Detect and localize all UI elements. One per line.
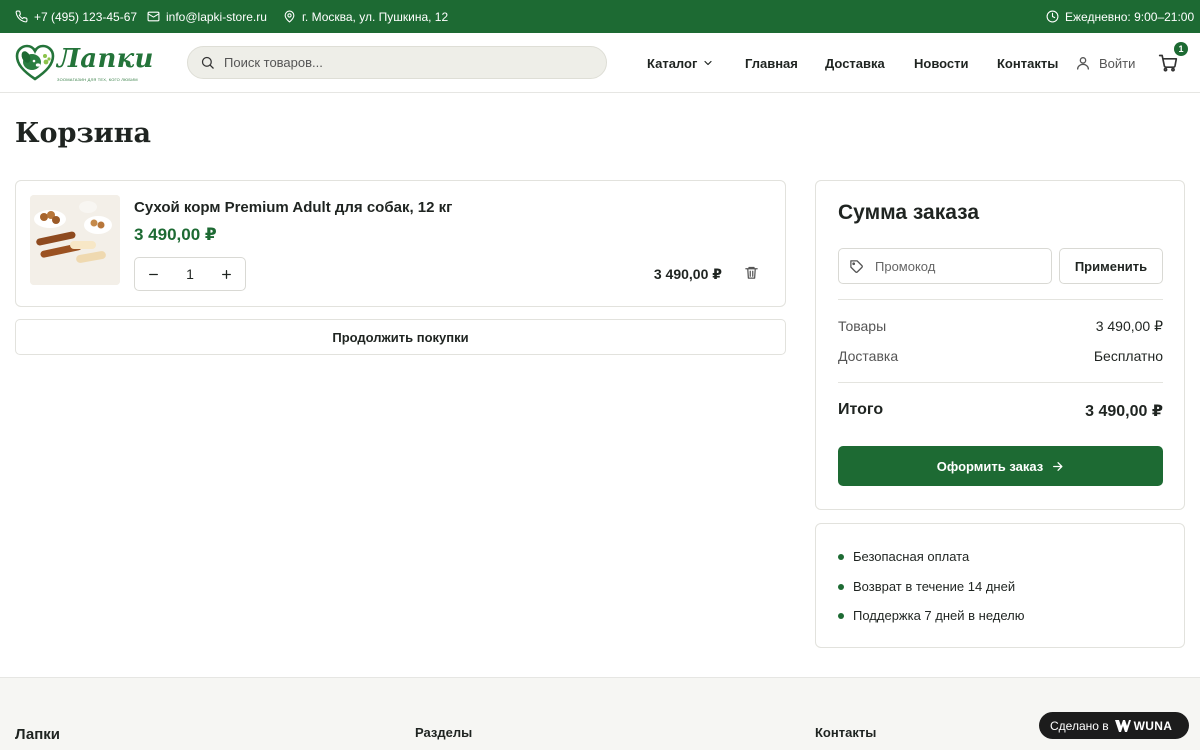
checkout-button[interactable]: Оформить заказ	[838, 446, 1163, 486]
address-text: г. Москва, ул. Пушкина, 12	[302, 9, 449, 24]
site-footer: Лапки Разделы Контакты	[0, 677, 1200, 750]
bullet-dot-icon	[838, 553, 844, 560]
total-row: Итого 3 490,00 ₽	[838, 401, 1163, 421]
benefit-item: Поддержка 7 дней в неделю	[838, 608, 1025, 623]
email-text: info@lapki-store.ru	[166, 9, 267, 24]
phone-info[interactable]: +7 (495) 123-45-67	[15, 0, 137, 33]
remove-item-button[interactable]	[744, 265, 760, 281]
top-info-bar: +7 (495) 123-45-67 info@lapki-store.ru г…	[0, 0, 1200, 33]
mail-icon	[147, 11, 160, 22]
cart-count-badge: 1	[1174, 42, 1188, 56]
divider	[838, 382, 1163, 383]
product-image[interactable]	[30, 195, 120, 285]
search-bar[interactable]	[187, 46, 607, 79]
cart-button[interactable]	[1158, 53, 1180, 75]
nav-contacts[interactable]: Контакты	[997, 33, 1058, 93]
page-title: Корзина	[15, 118, 151, 149]
clock-icon	[1046, 10, 1059, 23]
site-header: Лапки ЗООМАГАЗИН ДЛЯ ТЕХ, КОГО ЛЮБИМ Кат…	[0, 33, 1200, 93]
search-icon	[201, 56, 214, 69]
goods-row: Товары 3 490,00 ₽	[838, 318, 1163, 335]
location-icon	[284, 10, 295, 23]
hours-info: Ежедневно: 9:00–21:00	[1046, 0, 1194, 33]
login-button[interactable]: Войти	[1075, 33, 1135, 93]
minus-icon	[148, 273, 158, 275]
continue-shopping-button[interactable]: Продолжить покупки	[15, 319, 786, 355]
made-in-badge[interactable]: Сделано в WUNA	[1039, 712, 1189, 739]
logo-wordmark: Лапки	[57, 44, 154, 74]
plus-icon	[222, 269, 232, 279]
product-photo-icon	[30, 195, 120, 285]
nav-home[interactable]: Главная	[745, 33, 798, 93]
divider	[838, 299, 1163, 300]
dog-heart-logo-icon	[15, 44, 55, 81]
decrease-quantity-button[interactable]	[145, 266, 161, 282]
nav-delivery[interactable]: Доставка	[825, 33, 885, 93]
nav-delivery-label: Доставка	[825, 55, 885, 71]
nav-home-label: Главная	[745, 55, 798, 71]
total-label: Итого	[838, 401, 884, 418]
footer-sections-heading: Разделы	[415, 725, 473, 740]
checkout-label: Оформить заказ	[936, 458, 1044, 474]
nav-contacts-label: Контакты	[997, 55, 1059, 71]
tag-icon	[850, 259, 863, 273]
delivery-label: Доставка	[838, 348, 899, 364]
quantity-stepper: 1	[134, 257, 246, 291]
increase-quantity-button[interactable]	[219, 266, 235, 282]
benefits-panel: Безопасная оплата Возврат в течение 14 д…	[815, 523, 1185, 648]
wuna-mark-icon	[1114, 719, 1131, 732]
summary-title: Сумма заказа	[838, 201, 980, 224]
site-logo[interactable]: Лапки ЗООМАГАЗИН ДЛЯ ТЕХ, КОГО ЛЮБИМ	[15, 41, 155, 85]
nav-news-label: Новости	[914, 55, 969, 71]
phone-text: +7 (495) 123-45-67	[34, 9, 138, 24]
trash-icon	[745, 266, 758, 279]
logo-tagline: ЗООМАГАЗИН ДЛЯ ТЕХ, КОГО ЛЮБИМ	[57, 77, 138, 82]
promo-field[interactable]	[838, 248, 1052, 284]
hours-text: Ежедневно: 9:00–21:00	[1065, 9, 1195, 24]
benefit-text: Поддержка 7 дней в неделю	[853, 608, 1025, 623]
goods-value: 3 490,00 ₽	[1095, 318, 1163, 334]
bullet-dot-icon	[838, 583, 844, 590]
quantity-value[interactable]: 1	[186, 266, 194, 282]
apply-promo-button[interactable]: Применить	[1059, 248, 1163, 284]
arrow-right-icon	[1053, 461, 1063, 471]
delivery-value: Бесплатно	[1093, 348, 1163, 364]
nav-catalog-label: Каталог	[647, 55, 698, 71]
cart-item: Сухой корм Premium Adult для собак, 12 к…	[15, 180, 786, 307]
delivery-row: Доставка Бесплатно	[838, 348, 1163, 364]
footer-brand: Лапки	[15, 726, 61, 743]
benefit-text: Безопасная оплата	[853, 549, 970, 564]
line-total: 3 490,00 ₽	[653, 266, 722, 282]
product-name[interactable]: Сухой корм Premium Adult для собак, 12 к…	[134, 199, 452, 216]
nav-news[interactable]: Новости	[914, 33, 969, 93]
email-info[interactable]: info@lapki-store.ru	[147, 0, 267, 33]
benefit-item: Возврат в течение 14 дней	[838, 579, 1015, 594]
bullet-dot-icon	[838, 612, 844, 619]
product-price: 3 490,00 ₽	[134, 225, 217, 244]
cart-icon	[1158, 54, 1178, 72]
nav-catalog[interactable]: Каталог	[647, 33, 714, 93]
made-brand: WUNA	[1133, 718, 1173, 733]
address-info: г. Москва, ул. Пушкина, 12	[283, 0, 448, 33]
search-input[interactable]	[224, 55, 584, 70]
phone-icon	[15, 10, 28, 23]
chevron-down-icon	[704, 60, 712, 66]
footer-contacts-heading: Контакты	[815, 725, 877, 740]
login-label: Войти	[1099, 55, 1136, 71]
user-icon	[1077, 57, 1089, 70]
goods-label: Товары	[838, 318, 887, 334]
benefit-text: Возврат в течение 14 дней	[853, 579, 1016, 594]
order-summary: Сумма заказа Применить Товары 3 490,00 ₽…	[815, 180, 1185, 510]
benefit-item: Безопасная оплата	[838, 549, 969, 564]
wuna-logo: WUNA	[1114, 718, 1173, 733]
made-label: Сделано в	[1050, 718, 1109, 733]
total-value: 3 490,00 ₽	[1085, 403, 1163, 420]
promo-input[interactable]	[875, 258, 1035, 274]
